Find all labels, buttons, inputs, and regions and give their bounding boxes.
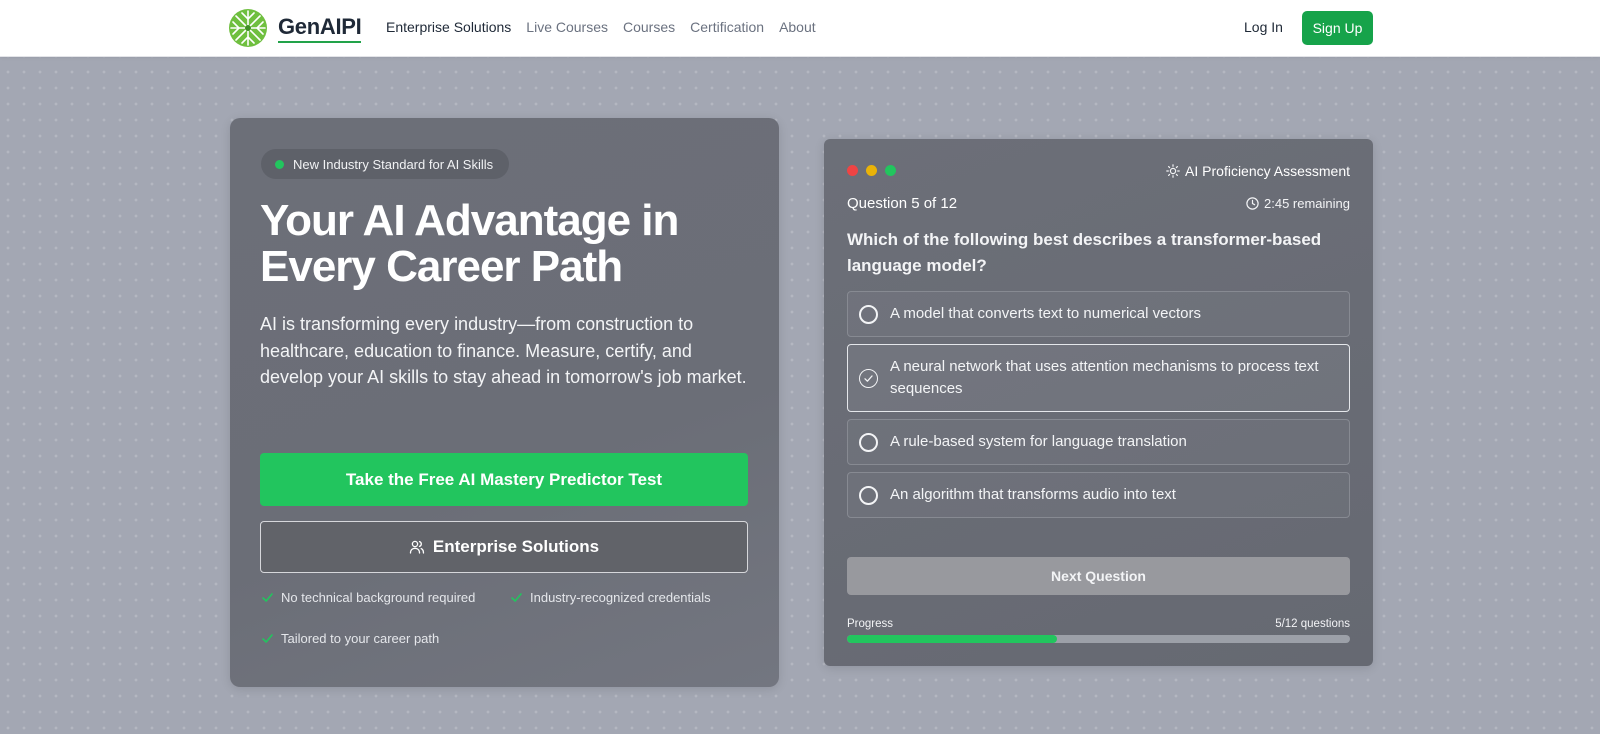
enterprise-solutions-label: Enterprise Solutions [432,537,600,556]
badge-label: New Industry Standard for AI Skills [293,156,494,172]
feature-label: No technical background required [281,590,476,605]
assessment-label: AI Proficiency Assessment [1166,163,1350,179]
answer-label: A model that converts text to numerical … [890,305,1201,322]
radio-button-checked[interactable] [859,368,878,388]
radio-button[interactable] [859,432,878,452]
answer-label: A rule-based system for language transla… [890,433,1187,450]
radio-button[interactable] [859,304,878,324]
feature-label: Industry-recognized credentials [530,590,711,605]
window-dot-green [885,165,896,176]
feature-item: Tailored to your career path [261,631,439,646]
question-counter: Question 5 of 12 [847,195,958,212]
answer-option[interactable]: A model that converts text to numerical … [847,291,1350,337]
nav-link-live-courses[interactable]: Live Courses [526,19,608,35]
window-controls [847,165,904,176]
brand-logo[interactable]: GenAIPI [228,8,362,48]
clock-icon [1246,197,1259,210]
hero-description: AI is transforming every industry—from c… [260,314,747,387]
feature-label: Tailored to your career path [281,631,440,646]
sun-icon [1166,164,1180,178]
nav-link-about[interactable]: About [779,19,816,35]
timer: 2:45 remaining [1246,196,1350,211]
nav-link-certification[interactable]: Certification [690,19,764,35]
brand-name: GenAIPI [278,14,362,43]
radio-button[interactable] [859,485,878,505]
leaf-burst-logo-icon [229,9,267,47]
answer-option-selected[interactable]: A neural network that uses attention mec… [847,344,1350,412]
status-dot [275,159,284,169]
answer-label: An algorithm that transforms audio into … [890,486,1176,503]
answer-option[interactable]: An algorithm that transforms audio into … [847,472,1350,518]
next-question-button[interactable]: Next Question [847,557,1350,595]
industry-badge: New Industry Standard for AI Skills [261,149,510,179]
question-text: Which of the following best describes a … [847,230,1322,275]
timer-text: 2:45 remaining [1264,196,1350,211]
users-icon [409,540,425,554]
progress-count: 5/12 questions [1275,618,1350,630]
check-icon [262,593,273,602]
progress-bar [847,635,1350,643]
feature-item: Industry-recognized credentials [510,590,711,605]
check-icon [511,593,522,602]
signup-button[interactable]: Sign Up [1302,11,1373,45]
hero-title: Your AI Advantage in Every Career Path [260,196,679,291]
take-test-button[interactable]: Take the Free AI Mastery Predictor Test [260,453,748,506]
nav-link-enterprise-solutions[interactable]: Enterprise Solutions [386,19,511,35]
progress-fill [847,635,1057,643]
answer-option[interactable]: A rule-based system for language transla… [847,419,1350,465]
assessment-preview-card: AI Proficiency Assessment Question 5 of … [824,139,1373,666]
window-dot-yellow [866,165,877,176]
hero-card: New Industry Standard for AI Skills Your… [230,118,779,687]
main-nav: Enterprise Solutions Live Courses Course… [386,19,831,35]
login-link[interactable]: Log In [1244,19,1283,35]
assessment-title: AI Proficiency Assessment [1185,163,1350,179]
top-navbar: GenAIPI Enterprise Solutions Live Course… [0,0,1600,57]
nav-link-courses[interactable]: Courses [623,19,675,35]
check-icon [262,634,273,643]
progress-label: Progress [847,618,894,630]
enterprise-solutions-button[interactable]: Enterprise Solutions [260,521,748,573]
answer-label: A neural network that uses attention mec… [890,358,1319,397]
window-dot-red [847,165,858,176]
feature-item: No technical background required [261,590,475,605]
check-icon [864,374,873,382]
